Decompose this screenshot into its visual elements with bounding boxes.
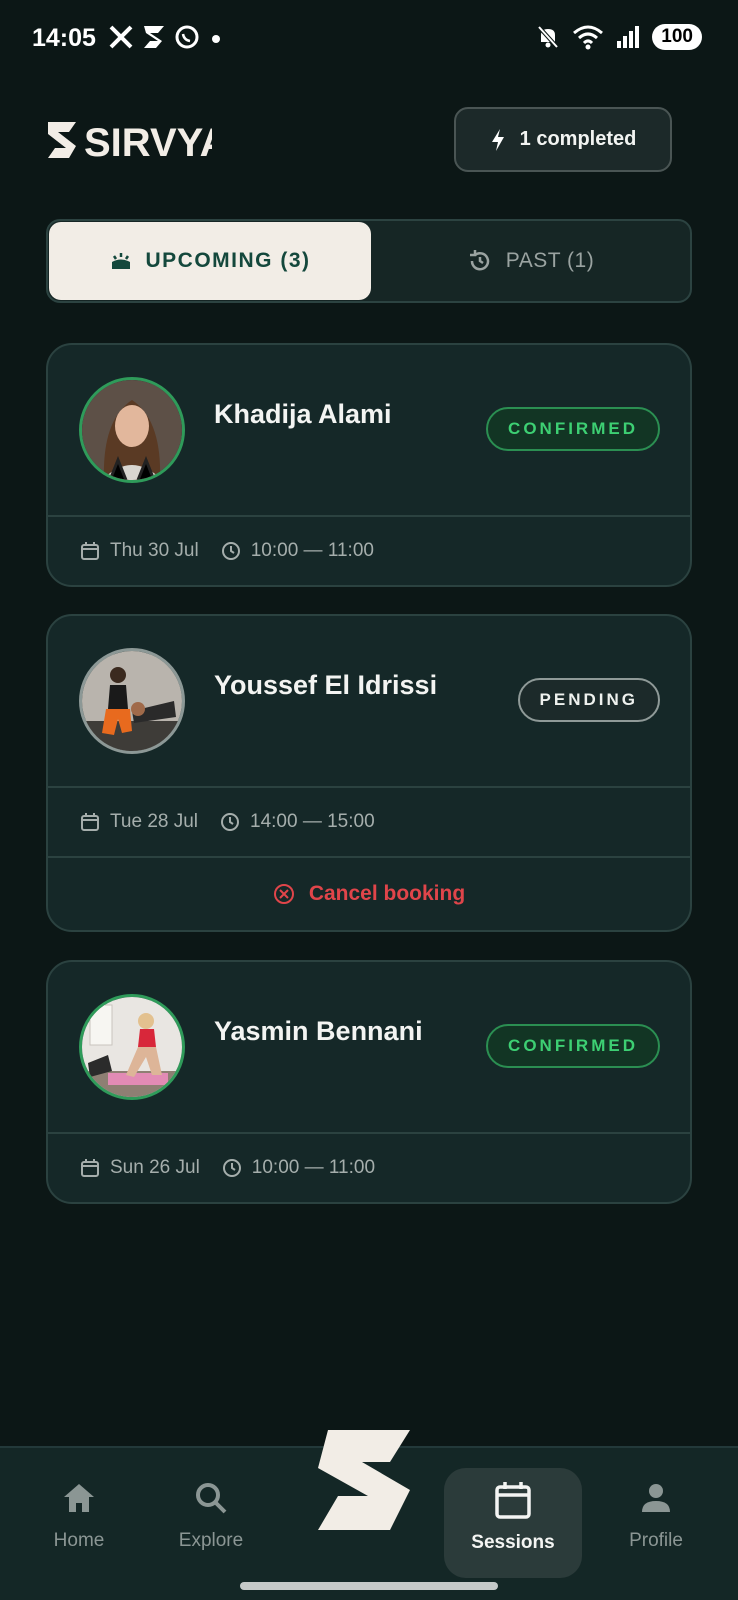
center-logo-button[interactable] <box>314 1424 424 1534</box>
session-card[interactable]: Yasmin Bennani CONFIRMED Sun 26 Jul 10:0… <box>46 960 692 1204</box>
wifi-icon <box>573 25 604 50</box>
app-logo: SIRVYA <box>46 120 229 165</box>
cancel-booking-button[interactable]: Cancel booking <box>48 856 690 930</box>
session-tabs: UPCOMING (3) PAST (1) <box>46 219 692 303</box>
dot-icon <box>212 35 220 43</box>
whatsapp-icon <box>175 25 199 49</box>
nav-profile-label: Profile <box>629 1530 683 1551</box>
clock-icon <box>221 813 240 831</box>
nav-sessions-label: Sessions <box>471 1532 555 1553</box>
calendar-icon <box>81 1159 99 1177</box>
sirvya-logo-icon: SIRVYA <box>48 121 229 165</box>
logo-text: SIRVYA <box>84 121 212 160</box>
status-badge: CONFIRMED <box>486 407 660 451</box>
mute-icon <box>537 25 559 49</box>
status-time: 14:05 <box>32 24 96 52</box>
session-date: Thu 30 Jul <box>110 540 199 561</box>
sirvya-logo-icon <box>318 1430 410 1530</box>
nav-explore[interactable]: Explore <box>151 1478 271 1578</box>
nav-home-label: Home <box>53 1530 105 1551</box>
session-date: Tue 28 Jul <box>110 811 199 832</box>
status-badge: CONFIRMED <box>486 1024 660 1068</box>
battery-indicator: 100 <box>652 24 702 50</box>
history-icon <box>469 250 490 271</box>
coach-avatar <box>79 994 185 1100</box>
session-date: Sun 26 Jul <box>110 1157 200 1178</box>
calendar-icon <box>495 1482 531 1519</box>
session-time: 14:00 — 15:00 <box>250 811 375 832</box>
coach-avatar <box>79 377 185 483</box>
tab-upcoming-label: UPCOMING (3) <box>145 249 311 272</box>
system-icons: 100 <box>536 24 702 50</box>
status-bar: 14:05 100 <box>0 0 738 78</box>
session-meta: Tue 28 Jul 14:00 — 15:00 <box>48 786 690 856</box>
home-indicator[interactable] <box>240 1582 498 1590</box>
status-badge: PENDING <box>517 678 660 722</box>
completed-label: 1 completed <box>519 128 637 150</box>
signal-icon <box>617 26 640 48</box>
person-icon <box>642 1484 670 1512</box>
nav-home[interactable]: Home <box>19 1478 139 1578</box>
session-meta: Sun 26 Jul 10:00 — 11:00 <box>48 1132 690 1202</box>
coach-name: Khadija Alami <box>214 399 392 429</box>
nav-sessions[interactable]: Sessions <box>444 1468 582 1578</box>
nav-profile[interactable]: Profile <box>596 1478 716 1578</box>
session-card[interactable]: Youssef El Idrissi PENDING Tue 28 Jul 14… <box>46 614 692 932</box>
tab-upcoming[interactable]: UPCOMING (3) <box>49 222 371 300</box>
clock-icon <box>222 1159 241 1177</box>
coach-name: Yasmin Bennani <box>214 1016 423 1046</box>
nav-explore-label: Explore <box>178 1530 244 1551</box>
x-icon <box>109 25 133 49</box>
session-card[interactable]: Khadija Alami CONFIRMED Thu 30 Jul 10:00… <box>46 343 692 587</box>
bolt-icon <box>491 128 504 151</box>
notification-icons <box>108 24 226 50</box>
sunrise-icon <box>111 253 130 269</box>
session-time: 10:00 — 11:00 <box>250 540 374 561</box>
tab-past-label: PAST (1) <box>505 249 595 272</box>
session-time: 10:00 — 11:00 <box>251 1157 376 1178</box>
sirvya-notification-icon <box>144 26 164 48</box>
coach-avatar <box>79 648 185 754</box>
search-icon <box>196 1483 227 1514</box>
home-icon <box>64 1484 94 1512</box>
coach-name: Youssef El Idrissi <box>214 670 438 700</box>
session-meta: Thu 30 Jul 10:00 — 11:00 <box>48 515 690 585</box>
completed-counter[interactable]: 1 completed <box>454 107 672 172</box>
calendar-icon <box>81 542 99 560</box>
clock-icon <box>221 542 240 560</box>
cancel-circle-icon <box>273 884 294 904</box>
calendar-icon <box>81 813 99 831</box>
cancel-booking-label: Cancel booking <box>308 882 466 905</box>
tab-past[interactable]: PAST (1) <box>372 222 690 300</box>
